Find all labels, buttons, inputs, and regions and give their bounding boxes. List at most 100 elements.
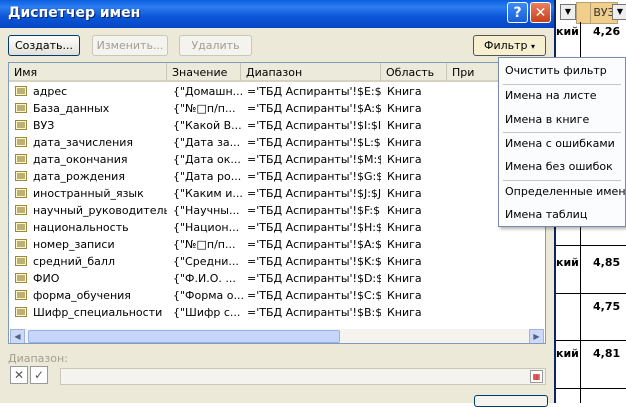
menu-item-names-without-errors[interactable]: Имена без ошибок xyxy=(505,160,613,173)
row-name: номер_записи xyxy=(33,238,115,251)
table-row[interactable]: Шифр_специальности {"Шифр с... ='ТБД Аспир… xyxy=(9,304,545,321)
table-row[interactable]: дата_окончания {"Дата ок... ='ТБД Аспирант… xyxy=(9,151,545,168)
row-name: дата_рождения xyxy=(33,170,125,183)
row-value: {"Национ... xyxy=(173,221,240,234)
table-row[interactable]: форма_обучения {"Форма о... ='ТБД Аспирант… xyxy=(9,287,545,304)
row-name: ВУЗ xyxy=(33,119,55,132)
row-scope: Книга xyxy=(387,136,422,149)
column-header-scope[interactable]: Область xyxy=(381,63,447,82)
column-header-name[interactable]: Имя xyxy=(9,63,167,82)
row-value: {"Дата за... xyxy=(173,136,241,149)
column-header-range[interactable]: Диапазон xyxy=(241,63,381,82)
help-icon[interactable]: ? xyxy=(507,2,528,23)
named-range-icon xyxy=(15,205,27,215)
filter-button[interactable]: Фильтр ▾ xyxy=(473,35,546,56)
named-range-icon xyxy=(15,273,27,283)
table-row[interactable]: национальность {"Национ... ='ТБД Аспиранты… xyxy=(9,219,545,236)
table-row[interactable]: адрес {"Домашн... ='ТБД Аспиранты'!$E:$E Кн… xyxy=(9,83,545,100)
cell-value: 4,81 xyxy=(593,347,621,360)
filter-dropdown-icon[interactable]: ▼ xyxy=(612,4,626,20)
row-scope: Книга xyxy=(387,306,422,319)
menu-item-defined-names[interactable]: Определенные имена xyxy=(505,185,626,198)
row-range: ='ТБД Аспиранты'!$E:$E xyxy=(247,85,381,98)
filter-dropdown-icon[interactable]: ▼ xyxy=(560,4,576,20)
collapse-dialog-icon[interactable]: ▦ xyxy=(530,370,543,383)
filter-menu: Очистить фильтр Имена на листе Имена в к… xyxy=(498,57,626,227)
row-range: ='ТБД Аспиранты'!$K:$K xyxy=(247,255,381,268)
table-row[interactable]: База_данных {"№□п/п... ='ТБД Аспиранты'!$A… xyxy=(9,100,545,117)
row-range: ='ТБД Аспиранты'!$M:$M xyxy=(247,153,381,166)
scroll-thumb[interactable] xyxy=(28,330,340,343)
names-list[interactable]: Имя Значение Диапазон Область При адрес{… xyxy=(8,62,546,344)
named-range-icon xyxy=(15,188,27,198)
row-value: {"Научны... xyxy=(173,204,240,217)
scroll-left-icon[interactable]: ◀ xyxy=(10,329,25,343)
table-row[interactable]: ВУЗ {"Какой В... ='ТБД Аспиранты'!$I:$I Кни… xyxy=(9,117,545,134)
table-row[interactable]: иностранный_язык {"Каким и... ='ТБД Аспира… xyxy=(9,185,545,202)
row-value: {"Ф.И.О. ... xyxy=(173,272,236,285)
row-range: ='ТБД Аспиранты'!$D:$D xyxy=(247,272,381,285)
row-name: дата_зачисления xyxy=(33,136,134,149)
row-name: База_данных xyxy=(33,102,110,115)
row-range: ='ТБД Аспиранты'!$A:$A xyxy=(247,238,381,251)
horizontal-scrollbar[interactable]: ◀ ▶ xyxy=(10,329,544,343)
row-scope: Книга xyxy=(387,272,422,285)
row-name: национальность xyxy=(33,221,129,234)
table-row[interactable]: дата_зачисления {"Дата за... ='ТБД Аспиран… xyxy=(9,134,545,151)
row-scope: Книга xyxy=(387,153,422,166)
column-header-value[interactable]: Значение xyxy=(167,63,241,82)
edit-button[interactable]: Изменить... xyxy=(92,35,168,56)
range-input[interactable]: ▦ xyxy=(60,368,546,385)
menu-item-names-with-errors[interactable]: Имена с ошибками xyxy=(505,137,615,150)
row-value: {"Дата ок... xyxy=(173,153,241,166)
row-value: {"Средни... xyxy=(173,255,239,268)
chevron-down-icon: ▾ xyxy=(531,42,536,51)
cell-value: 4,26 xyxy=(593,25,621,38)
create-button[interactable]: Создать... xyxy=(8,35,80,56)
named-range-icon xyxy=(15,307,27,317)
menu-item-names-in-workbook[interactable]: Имена в книге xyxy=(505,113,589,126)
row-value: {"Какой В... xyxy=(173,119,242,132)
named-range-icon xyxy=(15,137,27,147)
table-row[interactable]: ФИО {"Ф.И.О. ... ='ТБД Аспиранты'!$D:$D Кни… xyxy=(9,270,545,287)
row-range: ='ТБД Аспиранты'!$F:$F xyxy=(247,204,381,217)
cell-text: кий xyxy=(556,347,579,360)
row-value: {"№□п/п... xyxy=(173,238,236,251)
table-row[interactable]: дата_рождения {"Дата ро... ='ТБД Аспиранты… xyxy=(9,168,545,185)
confirm-edit-icon[interactable]: ✓ xyxy=(30,366,48,384)
named-range-icon xyxy=(15,239,27,249)
close-icon[interactable]: ✕ xyxy=(530,2,551,23)
menu-item-table-names[interactable]: Имена таблиц xyxy=(505,208,587,221)
row-name: дата_окончания xyxy=(33,153,128,166)
row-range: ='ТБД Аспиранты'!$G:$G xyxy=(247,170,381,183)
cell-text: кий xyxy=(556,25,579,38)
cell-text: кий xyxy=(556,256,579,269)
menu-separator xyxy=(503,84,621,85)
named-range-icon xyxy=(15,222,27,232)
cell-value: 4,85 xyxy=(593,256,621,269)
title-bar[interactable]: Диспетчер имен ? ✕ xyxy=(0,0,554,28)
row-value: {"Форма о... xyxy=(173,289,243,302)
named-range-icon xyxy=(15,154,27,164)
delete-button[interactable]: Удалить xyxy=(179,35,252,56)
row-value: {"Домашн... xyxy=(173,85,243,98)
range-label: Диапазон: xyxy=(8,352,68,365)
table-row[interactable]: средний_балл {"Средни... ='ТБД Аспиранты'!… xyxy=(9,253,545,270)
row-value: {"Дата ро... xyxy=(173,170,242,183)
row-value: {"Каким и... xyxy=(173,187,243,200)
scroll-right-icon[interactable]: ▶ xyxy=(529,329,544,343)
menu-item-names-on-sheet[interactable]: Имена на листе xyxy=(505,89,597,102)
named-range-icon xyxy=(15,120,27,130)
named-range-icon xyxy=(15,86,27,96)
row-scope: Книга xyxy=(387,85,422,98)
named-range-icon xyxy=(15,290,27,300)
row-scope: Книга xyxy=(387,102,422,115)
row-name: форма_обучения xyxy=(33,289,131,302)
close-button[interactable] xyxy=(474,395,548,407)
menu-item-clear-filter[interactable]: Очистить фильтр xyxy=(505,64,607,77)
table-row[interactable]: номер_записи {"№□п/п... ='ТБД Аспиранты'!$… xyxy=(9,236,545,253)
cancel-edit-icon[interactable]: ✕ xyxy=(10,366,28,384)
table-row[interactable]: научный_руководитель {"Научны... ='ТБД Асп… xyxy=(9,202,545,219)
row-scope: Книга xyxy=(387,187,422,200)
name-manager-dialog: Диспетчер имен ? ✕ Создать... Изменить..… xyxy=(0,0,556,407)
